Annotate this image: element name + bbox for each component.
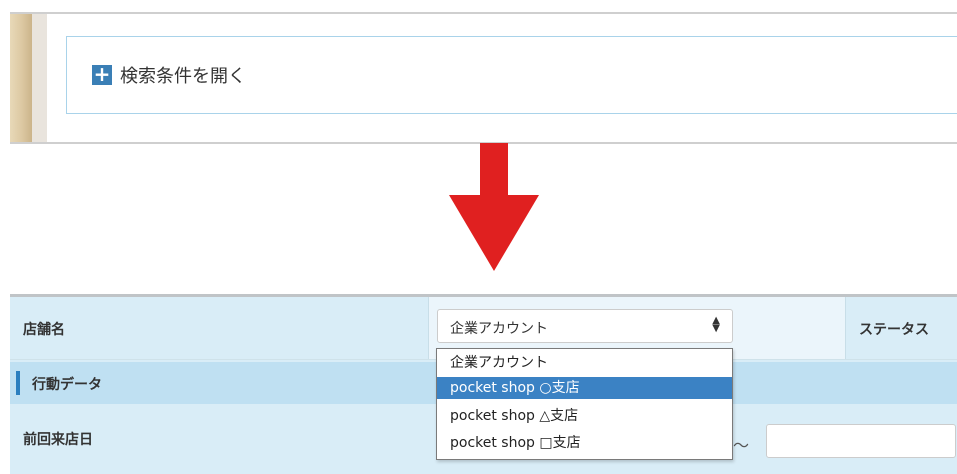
status-label: ステータス <box>859 322 929 338</box>
store-select-value: 企業アカウント <box>450 321 548 337</box>
select-arrows-icon: ▲ ▼ <box>712 315 720 334</box>
store-option[interactable]: pocket shop △支店 <box>437 405 732 427</box>
section-accent <box>16 371 20 395</box>
open-search-conditions-label: 検索条件を開く <box>120 66 246 87</box>
last-visit-to-input[interactable] <box>766 424 956 458</box>
open-search-conditions-button[interactable]: + 検索条件を開く <box>66 36 957 114</box>
range-separator: ～ <box>733 436 750 455</box>
store-label: 店舗名 <box>23 322 65 338</box>
arrow-down-icon <box>449 143 539 271</box>
plus-icon: + <box>92 62 112 86</box>
store-option-highlighted[interactable]: pocket shop ○支店 <box>437 377 732 399</box>
status-cell: ステータス <box>845 297 957 359</box>
side-decoration <box>10 14 32 142</box>
section-title: 行動データ <box>32 377 102 393</box>
store-option[interactable]: pocket shop □支店 <box>437 432 732 454</box>
store-select-dropdown: 企業アカウント pocket shop ○支店 pocket shop △支店 … <box>436 348 733 460</box>
last-visit-label: 前回来店日 <box>23 432 93 448</box>
store-select[interactable]: 企業アカウント ▲ ▼ <box>437 309 733 343</box>
store-option[interactable]: 企業アカウント <box>437 352 732 374</box>
